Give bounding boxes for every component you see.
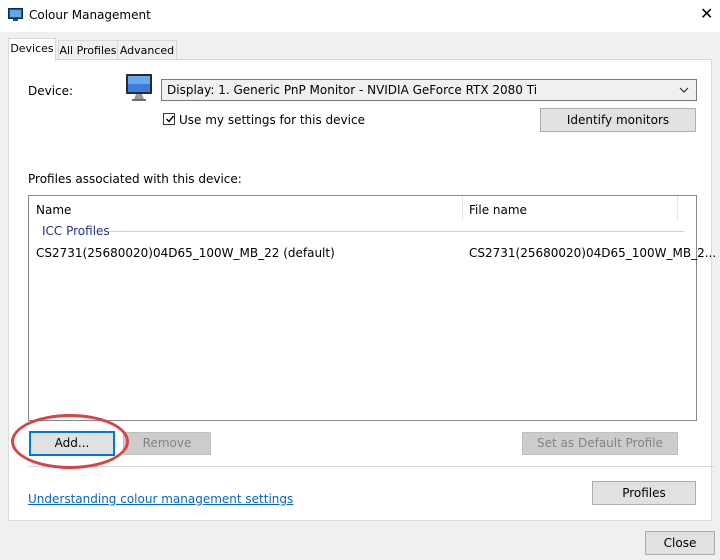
device-label: Device: [28,84,74,98]
remove-button[interactable]: Remove [123,432,211,455]
monitor-icon [124,72,156,104]
profile-row-file[interactable]: CS2731(25680020)04D65_100W_MB_2... [469,246,716,260]
column-divider[interactable] [462,196,463,220]
window-title: Colour Management [29,8,151,22]
tab-advanced[interactable]: Advanced [117,40,177,60]
device-select-value: Display: 1. Generic PnP Monitor - NVIDIA… [167,83,538,97]
profiles-button[interactable]: Profiles [592,481,696,505]
use-my-settings-checkbox[interactable] [163,113,175,125]
divider [28,466,714,467]
close-button[interactable]: Close [645,531,715,555]
group-header-icc-profiles: ICC Profiles [42,224,110,238]
colour-management-icon [8,8,23,21]
set-default-profile-button[interactable]: Set as Default Profile [522,432,678,455]
help-link[interactable]: Understanding colour management settings [28,492,293,506]
column-header-name[interactable]: Name [36,203,71,217]
profile-row-name[interactable]: CS2731(25680020)04D65_100W_MB_22 (defaul… [36,246,335,260]
group-divider [108,231,684,232]
profiles-section-label: Profiles associated with this device: [28,172,242,186]
column-header-file-name[interactable]: File name [469,203,527,217]
highlight-annotation [11,414,129,469]
tab-devices[interactable]: Devices [8,38,56,61]
column-divider[interactable] [677,196,678,220]
identify-monitors-button[interactable]: Identify monitors [540,108,696,132]
close-window-icon[interactable]: ✕ [700,6,713,22]
use-my-settings-label[interactable]: Use my settings for this device [179,113,365,127]
device-select[interactable]: Display: 1. Generic PnP Monitor - NVIDIA… [161,79,697,101]
tab-all-profiles[interactable]: All Profiles [58,40,118,60]
profiles-list[interactable]: Name File name ICC Profiles CS2731(25680… [28,195,716,421]
chevron-down-icon [678,82,690,101]
